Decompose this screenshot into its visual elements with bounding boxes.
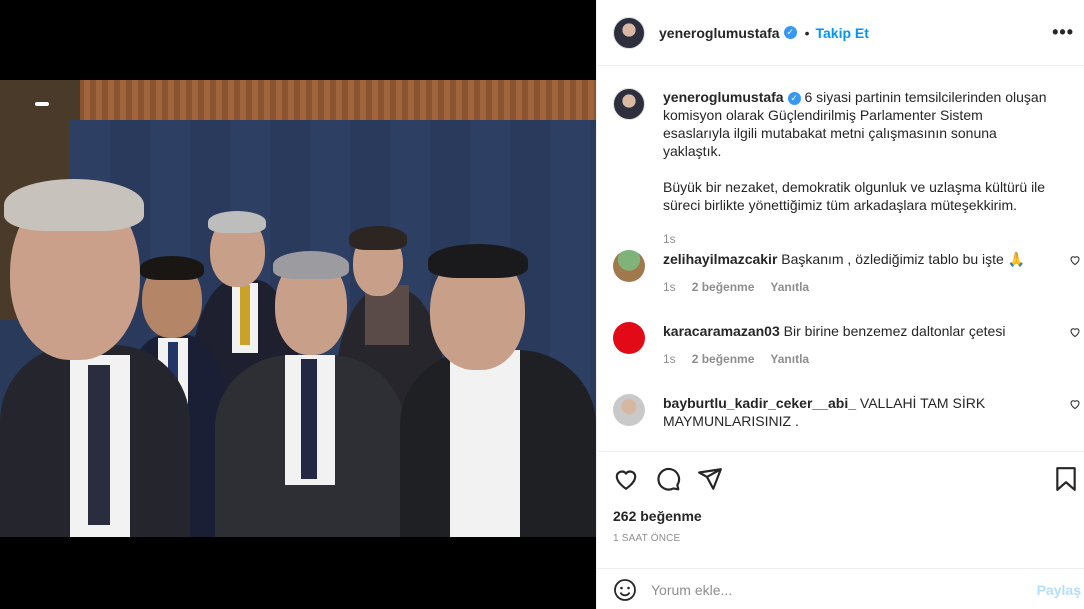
comment-username[interactable]: bayburtlu_kadir_ceker__abi_ bbox=[663, 395, 856, 411]
ceiling-lamp bbox=[35, 102, 49, 106]
comments-section[interactable]: yeneroglumustafa ✓ 6 siyasi partinin tems… bbox=[597, 66, 1084, 451]
comment-avatar[interactable] bbox=[613, 250, 645, 282]
verified-badge-icon: ✓ bbox=[783, 26, 797, 39]
comment-avatar[interactable] bbox=[613, 322, 645, 354]
more-options-icon[interactable]: ••• bbox=[1052, 22, 1074, 43]
comment-avatar[interactable] bbox=[613, 394, 645, 426]
comment-heart-icon[interactable] bbox=[1069, 326, 1081, 338]
post-header: yeneroglumustafa ✓ • Takip Et ••• bbox=[597, 0, 1084, 66]
caption-avatar[interactable] bbox=[613, 88, 645, 120]
person-center bbox=[215, 251, 405, 537]
comment-text: Bir birine benzemez daltonlar çetesi bbox=[783, 323, 1006, 339]
comment-heart-icon[interactable] bbox=[1069, 398, 1081, 410]
comment-input[interactable] bbox=[651, 581, 1069, 598]
likes-count[interactable]: 262 beğenme bbox=[613, 508, 702, 524]
comment-likes[interactable]: 2 beğenme bbox=[692, 280, 755, 294]
bookmark-icon[interactable] bbox=[1053, 466, 1079, 492]
action-icons bbox=[613, 466, 723, 492]
comment-likes[interactable]: 2 beğenme bbox=[692, 352, 755, 366]
post-panel: yeneroglumustafa ✓ • Takip Et ••• yenero… bbox=[596, 0, 1084, 609]
follow-button[interactable]: Takip Et bbox=[816, 25, 869, 41]
comment-time[interactable]: 1s bbox=[663, 352, 676, 366]
comment-item: bayburtlu_kadir_ceker__abi_ VALLAHİ TAM … bbox=[613, 394, 1080, 430]
person-left bbox=[0, 179, 190, 537]
ceiling bbox=[0, 80, 596, 125]
person-right bbox=[400, 244, 596, 537]
post-actions: 262 beğenme 1 SAAT ÖNCE Paylaş bbox=[597, 451, 1084, 609]
comment-text: Başkanım , özlediğimiz tablo bu işte 🙏 bbox=[781, 251, 1026, 267]
comment-heart-icon[interactable] bbox=[1069, 254, 1081, 266]
reply-button[interactable]: Yanıtla bbox=[770, 352, 809, 366]
comment-bubble-icon[interactable] bbox=[655, 466, 681, 492]
share-comment-button[interactable]: Paylaş bbox=[1037, 582, 1081, 598]
avatar[interactable] bbox=[613, 16, 645, 49]
comment-item: karacaramazan03 Bir birine benzemez dalt… bbox=[613, 322, 1080, 366]
verified-badge-icon: ✓ bbox=[787, 92, 801, 105]
caption-username[interactable]: yeneroglumustafa bbox=[663, 89, 784, 105]
comment-box: Paylaş bbox=[597, 568, 1084, 609]
caption: yeneroglumustafa ✓ 6 siyasi partinin tems… bbox=[613, 88, 1053, 246]
post-time[interactable]: 1 SAAT ÖNCE bbox=[613, 533, 680, 544]
post-photo[interactable] bbox=[0, 80, 596, 537]
comment-item: zelihayilmazcakir Başkanım , özlediğimiz… bbox=[613, 250, 1080, 294]
post-media bbox=[0, 0, 596, 609]
caption-time[interactable]: 1s bbox=[663, 232, 676, 246]
reply-button[interactable]: Yanıtla bbox=[770, 280, 809, 294]
comment-username[interactable]: karacaramazan03 bbox=[663, 323, 780, 339]
comment-time[interactable]: 1s bbox=[663, 280, 676, 294]
caption-paragraph-2: Büyük bir nezaket, demokratik olgunluk v… bbox=[663, 179, 1046, 213]
share-plane-icon[interactable] bbox=[697, 466, 723, 492]
comment-username[interactable]: zelihayilmazcakir bbox=[663, 251, 777, 267]
emoji-icon[interactable] bbox=[613, 578, 637, 602]
header-separator: • bbox=[804, 24, 810, 41]
header-username[interactable]: yeneroglumustafa bbox=[659, 25, 780, 41]
like-heart-icon[interactable] bbox=[613, 466, 639, 492]
